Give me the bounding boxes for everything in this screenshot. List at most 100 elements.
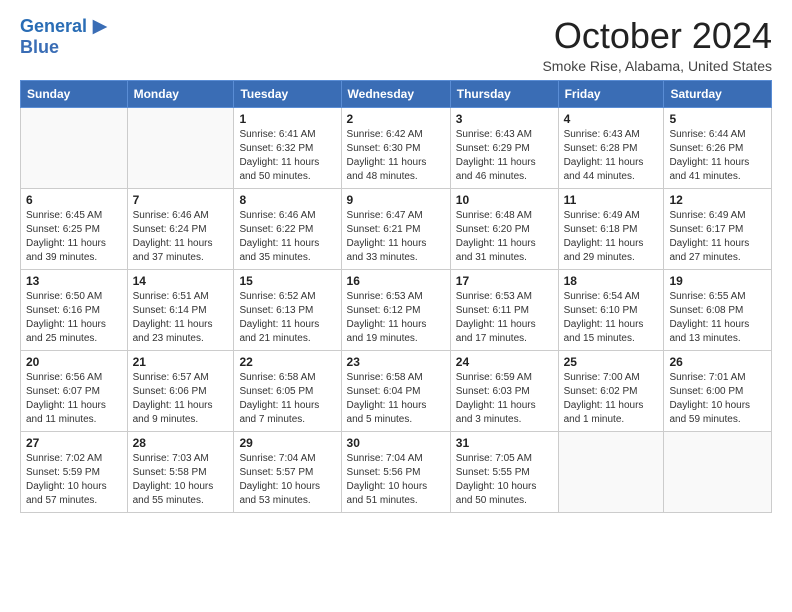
calendar-cell: 10 Sunrise: 6:48 AM Sunset: 6:20 PM Dayli…	[450, 188, 558, 269]
week-row-5: 27 Sunrise: 7:02 AM Sunset: 5:59 PM Dayli…	[21, 431, 772, 512]
day-info: Sunrise: 6:52 AM Sunset: 6:13 PM Dayligh…	[239, 290, 335, 346]
day-number: 8	[239, 193, 335, 207]
day-number: 9	[347, 193, 445, 207]
day-info: Sunrise: 7:04 AM Sunset: 5:56 PM Dayligh…	[347, 452, 445, 508]
calendar-cell: 6 Sunrise: 6:45 AM Sunset: 6:25 PM Daylig…	[21, 188, 128, 269]
weekday-header-wednesday: Wednesday	[341, 80, 450, 107]
day-info: Sunrise: 6:47 AM Sunset: 6:21 PM Dayligh…	[347, 209, 445, 265]
calendar-cell: 24 Sunrise: 6:59 AM Sunset: 6:03 PM Dayli…	[450, 350, 558, 431]
calendar-cell: 31 Sunrise: 7:05 AM Sunset: 5:55 PM Dayli…	[450, 431, 558, 512]
day-info: Sunrise: 6:43 AM Sunset: 6:28 PM Dayligh…	[564, 128, 659, 184]
calendar-cell: 29Sunrise: 7:04 AM Sunset: 5:57 PM Dayli…	[234, 431, 341, 512]
day-info: Sunrise: 6:55 AM Sunset: 6:08 PM Dayligh…	[669, 290, 766, 346]
calendar-cell: 17 Sunrise: 6:53 AM Sunset: 6:11 PM Dayli…	[450, 269, 558, 350]
day-info: Sunrise: 6:48 AM Sunset: 6:20 PM Dayligh…	[456, 209, 553, 265]
month-title: October 2024	[542, 16, 772, 56]
day-info: Sunrise: 7:01 AM Sunset: 6:00 PM Dayligh…	[669, 371, 766, 427]
day-info: Sunrise: 6:49 AM Sunset: 6:18 PM Dayligh…	[564, 209, 659, 265]
day-number: 5	[669, 112, 766, 126]
page: General Blue October 2024 Smoke Rise, Al…	[0, 0, 792, 529]
day-number: 20	[26, 355, 122, 369]
calendar-cell: 19 Sunrise: 6:55 AM Sunset: 6:08 PM Dayli…	[664, 269, 772, 350]
day-number: 10	[456, 193, 553, 207]
calendar-cell	[558, 431, 664, 512]
calendar-cell: 18Sunrise: 6:54 AM Sunset: 6:10 PM Dayli…	[558, 269, 664, 350]
day-number: 26	[669, 355, 766, 369]
calendar-cell	[127, 107, 234, 188]
weekday-header-sunday: Sunday	[21, 80, 128, 107]
day-number: 3	[456, 112, 553, 126]
day-info: Sunrise: 7:03 AM Sunset: 5:58 PM Dayligh…	[133, 452, 229, 508]
calendar-cell: 30 Sunrise: 7:04 AM Sunset: 5:56 PM Dayli…	[341, 431, 450, 512]
calendar-cell: 9 Sunrise: 6:47 AM Sunset: 6:21 PM Daylig…	[341, 188, 450, 269]
calendar-cell: 16Sunrise: 6:53 AM Sunset: 6:12 PM Dayli…	[341, 269, 450, 350]
day-number: 31	[456, 436, 553, 450]
day-number: 19	[669, 274, 766, 288]
day-number: 13	[26, 274, 122, 288]
day-number: 16	[347, 274, 445, 288]
calendar-cell: 21Sunrise: 6:57 AM Sunset: 6:06 PM Dayli…	[127, 350, 234, 431]
weekday-header-monday: Monday	[127, 80, 234, 107]
day-info: Sunrise: 7:00 AM Sunset: 6:02 PM Dayligh…	[564, 371, 659, 427]
day-info: Sunrise: 6:56 AM Sunset: 6:07 PM Dayligh…	[26, 371, 122, 427]
calendar-cell: 2 Sunrise: 6:42 AM Sunset: 6:30 PM Daylig…	[341, 107, 450, 188]
calendar-cell: 27 Sunrise: 7:02 AM Sunset: 5:59 PM Dayli…	[21, 431, 128, 512]
day-info: Sunrise: 6:42 AM Sunset: 6:30 PM Dayligh…	[347, 128, 445, 184]
day-number: 11	[564, 193, 659, 207]
day-number: 7	[133, 193, 229, 207]
calendar-cell: 23 Sunrise: 6:58 AM Sunset: 6:04 PM Dayli…	[341, 350, 450, 431]
day-number: 24	[456, 355, 553, 369]
day-info: Sunrise: 6:45 AM Sunset: 6:25 PM Dayligh…	[26, 209, 122, 265]
day-number: 27	[26, 436, 122, 450]
day-number: 28	[133, 436, 229, 450]
calendar-cell: 5 Sunrise: 6:44 AM Sunset: 6:26 PM Daylig…	[664, 107, 772, 188]
calendar-cell: 25Sunrise: 7:00 AM Sunset: 6:02 PM Dayli…	[558, 350, 664, 431]
day-number: 1	[239, 112, 335, 126]
calendar-cell: 3 Sunrise: 6:43 AM Sunset: 6:29 PM Daylig…	[450, 107, 558, 188]
day-info: Sunrise: 6:53 AM Sunset: 6:11 PM Dayligh…	[456, 290, 553, 346]
day-info: Sunrise: 6:54 AM Sunset: 6:10 PM Dayligh…	[564, 290, 659, 346]
calendar-cell: 7 Sunrise: 6:46 AM Sunset: 6:24 PM Daylig…	[127, 188, 234, 269]
day-number: 23	[347, 355, 445, 369]
day-number: 14	[133, 274, 229, 288]
day-number: 17	[456, 274, 553, 288]
weekday-header-thursday: Thursday	[450, 80, 558, 107]
day-info: Sunrise: 6:49 AM Sunset: 6:17 PM Dayligh…	[669, 209, 766, 265]
calendar-cell: 15 Sunrise: 6:52 AM Sunset: 6:13 PM Dayli…	[234, 269, 341, 350]
day-number: 2	[347, 112, 445, 126]
calendar-cell	[664, 431, 772, 512]
week-row-1: 1 Sunrise: 6:41 AM Sunset: 6:32 PM Daylig…	[21, 107, 772, 188]
day-info: Sunrise: 6:51 AM Sunset: 6:14 PM Dayligh…	[133, 290, 229, 346]
calendar-cell: 8 Sunrise: 6:46 AM Sunset: 6:22 PM Daylig…	[234, 188, 341, 269]
calendar: SundayMondayTuesdayWednesdayThursdayFrid…	[20, 80, 772, 513]
calendar-cell: 28 Sunrise: 7:03 AM Sunset: 5:58 PM Dayli…	[127, 431, 234, 512]
day-info: Sunrise: 6:46 AM Sunset: 6:22 PM Dayligh…	[239, 209, 335, 265]
day-info: Sunrise: 6:58 AM Sunset: 6:04 PM Dayligh…	[347, 371, 445, 427]
calendar-cell: 14 Sunrise: 6:51 AM Sunset: 6:14 PM Dayli…	[127, 269, 234, 350]
day-info: Sunrise: 7:02 AM Sunset: 5:59 PM Dayligh…	[26, 452, 122, 508]
week-row-2: 6 Sunrise: 6:45 AM Sunset: 6:25 PM Daylig…	[21, 188, 772, 269]
logo-text-blue: Blue	[20, 38, 111, 58]
calendar-cell: 11 Sunrise: 6:49 AM Sunset: 6:18 PM Dayli…	[558, 188, 664, 269]
day-info: Sunrise: 6:41 AM Sunset: 6:32 PM Dayligh…	[239, 128, 335, 184]
day-number: 30	[347, 436, 445, 450]
day-info: Sunrise: 6:44 AM Sunset: 6:26 PM Dayligh…	[669, 128, 766, 184]
day-info: Sunrise: 6:58 AM Sunset: 6:05 PM Dayligh…	[239, 371, 335, 427]
weekday-header-saturday: Saturday	[664, 80, 772, 107]
title-block: October 2024 Smoke Rise, Alabama, United…	[542, 16, 772, 74]
day-info: Sunrise: 7:05 AM Sunset: 5:55 PM Dayligh…	[456, 452, 553, 508]
day-info: Sunrise: 6:50 AM Sunset: 6:16 PM Dayligh…	[26, 290, 122, 346]
calendar-cell	[21, 107, 128, 188]
day-number: 6	[26, 193, 122, 207]
day-info: Sunrise: 6:46 AM Sunset: 6:24 PM Dayligh…	[133, 209, 229, 265]
calendar-cell: 4Sunrise: 6:43 AM Sunset: 6:28 PM Daylig…	[558, 107, 664, 188]
calendar-cell: 1 Sunrise: 6:41 AM Sunset: 6:32 PM Daylig…	[234, 107, 341, 188]
day-info: Sunrise: 6:59 AM Sunset: 6:03 PM Dayligh…	[456, 371, 553, 427]
calendar-cell: 22 Sunrise: 6:58 AM Sunset: 6:05 PM Dayli…	[234, 350, 341, 431]
day-info: Sunrise: 6:43 AM Sunset: 6:29 PM Dayligh…	[456, 128, 553, 184]
week-row-4: 20 Sunrise: 6:56 AM Sunset: 6:07 PM Dayli…	[21, 350, 772, 431]
day-number: 15	[239, 274, 335, 288]
calendar-cell: 26 Sunrise: 7:01 AM Sunset: 6:00 PM Dayli…	[664, 350, 772, 431]
weekday-header-tuesday: Tuesday	[234, 80, 341, 107]
day-number: 22	[239, 355, 335, 369]
